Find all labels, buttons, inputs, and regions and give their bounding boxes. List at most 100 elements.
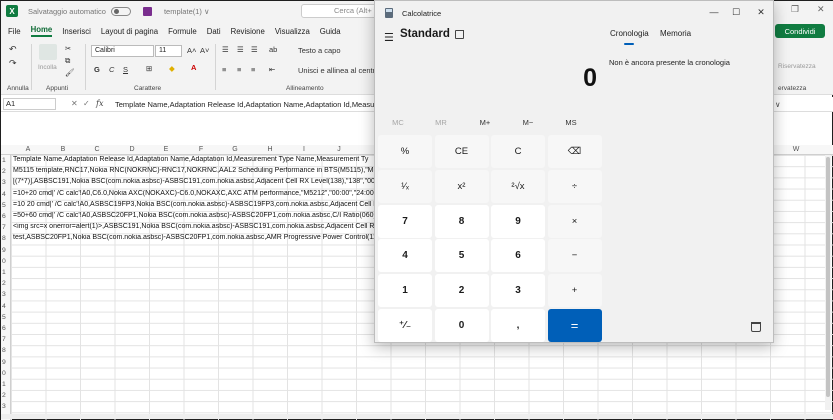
clear-entry-button[interactable]: CE xyxy=(434,135,489,168)
font-shrink-button[interactable]: A˅ xyxy=(200,46,209,55)
horizontal-scrollbar[interactable] xyxy=(1,414,833,419)
align-top-icon[interactable]: ☰ xyxy=(222,45,229,54)
table-row[interactable]: =10 20 cmd|' /C calc'!A0,ASBSC19FP3,Noki… xyxy=(13,201,375,208)
paste-icon[interactable] xyxy=(39,44,57,60)
minimize-icon[interactable]: — xyxy=(708,7,720,17)
row-header[interactable]: 6 xyxy=(2,213,6,220)
wrap-text-button[interactable]: Testo a capo xyxy=(298,46,376,55)
digit-5-button[interactable]: 5 xyxy=(434,239,489,273)
borders-icon[interactable]: ⊞ xyxy=(146,64,152,73)
tab-file[interactable]: File xyxy=(8,27,21,36)
divide-button[interactable]: ÷ xyxy=(547,169,602,203)
bold-button[interactable]: G xyxy=(94,65,100,74)
table-row[interactable]: M5115 template,RNC17,Nokia RNC(NOKRNC)-R… xyxy=(13,167,375,174)
row-header[interactable]: 6 xyxy=(2,325,6,332)
undo-icon[interactable]: ↶ xyxy=(9,44,17,55)
digit-4-button[interactable]: 4 xyxy=(378,239,432,273)
tab-dati[interactable]: Dati xyxy=(207,27,221,36)
equals-button[interactable]: = xyxy=(547,309,602,342)
memory-button-4[interactable]: MS xyxy=(551,118,591,127)
file-name[interactable]: template(1) ∨ xyxy=(164,7,210,16)
sensitivity-button[interactable]: Riservatezza xyxy=(778,63,816,70)
fx-icon[interactable]: fx xyxy=(96,99,103,108)
keep-on-top-icon[interactable] xyxy=(455,30,464,39)
tab-inserisci[interactable]: Inserisci xyxy=(62,27,91,36)
align-bottom-icon[interactable]: ☰ xyxy=(251,45,258,54)
column-header[interactable]: J xyxy=(324,146,354,153)
memory-button-1[interactable]: MR xyxy=(421,118,461,127)
column-header[interactable]: G xyxy=(220,146,250,153)
trash-icon[interactable] xyxy=(751,322,761,332)
italic-button[interactable]: C xyxy=(109,65,114,74)
square-button[interactable]: x² xyxy=(434,169,489,203)
row-header[interactable]: 1 xyxy=(2,157,6,164)
row-header[interactable]: 1 xyxy=(2,269,6,276)
row-header[interactable]: 1 xyxy=(2,381,6,388)
tab-layout-di-pagina[interactable]: Layout di pagina xyxy=(101,27,158,36)
row-header[interactable]: 4 xyxy=(2,303,6,310)
row-header[interactable]: 5 xyxy=(2,202,6,209)
tab-history[interactable]: Cronologia xyxy=(610,29,649,38)
digit-7-button[interactable]: 7 xyxy=(378,204,432,238)
indent-icon[interactable]: ⇤ xyxy=(269,65,275,74)
row-header[interactable]: 7 xyxy=(2,336,6,343)
format-painter-icon[interactable]: 🖌 xyxy=(65,68,75,77)
row-header[interactable]: 0 xyxy=(2,370,6,377)
align-left-icon[interactable]: ≡ xyxy=(222,65,226,74)
table-row[interactable]: test,ASBSC20FP1,Nokia BSC(com.nokia.asbs… xyxy=(13,234,375,241)
orientation-icon[interactable]: ab xyxy=(269,45,277,54)
row-header[interactable]: 8 xyxy=(2,347,6,354)
table-row[interactable]: =50+60 cmd|' /C calc'!A0,ASBSC20FP1,Noki… xyxy=(13,212,375,219)
table-row[interactable]: =10+20 cmd|' /C calc'!A0,C6.0,Nokia AXC(… xyxy=(13,190,375,197)
column-header[interactable]: A xyxy=(13,146,43,153)
row-header[interactable]: 9 xyxy=(2,359,6,366)
search-input[interactable]: Cerca (Alt+ xyxy=(301,4,381,18)
formula-expand-icon[interactable]: ∨ xyxy=(775,100,781,109)
digit-0-button[interactable]: 0 xyxy=(434,309,489,342)
column-header[interactable]: H xyxy=(255,146,285,153)
minus-button[interactable]: − xyxy=(547,239,602,273)
row-header[interactable]: 3 xyxy=(2,403,6,410)
font-name-select[interactable]: Calibri xyxy=(91,45,154,57)
cancel-icon[interactable]: ✕ xyxy=(71,99,78,108)
tab-visualizza[interactable]: Visualizza xyxy=(275,27,310,36)
redo-icon[interactable]: ↷ xyxy=(9,58,17,69)
column-header[interactable]: B xyxy=(48,146,78,153)
column-header[interactable]: W xyxy=(781,146,811,153)
scrollbar-thumb[interactable] xyxy=(826,157,830,397)
cut-icon[interactable]: ✂ xyxy=(65,44,71,53)
align-center-icon[interactable]: ≡ xyxy=(237,65,241,74)
multiply-button[interactable]: × xyxy=(547,204,602,238)
row-header[interactable]: 2 xyxy=(2,280,6,287)
font-color-icon[interactable]: A xyxy=(191,63,196,72)
negate-button[interactable]: ⁺⁄₋ xyxy=(378,309,432,342)
merge-center-button[interactable]: Unisci e allinea al centro xyxy=(298,66,376,75)
table-row[interactable]: [(7*7)],ASBSC191,Nokia BSC(com.nokia.asb… xyxy=(13,178,375,185)
column-header[interactable]: C xyxy=(82,146,112,153)
table-row[interactable]: Template Name,Adaptation Release Id,Adap… xyxy=(13,156,375,163)
column-header[interactable]: F xyxy=(186,146,216,153)
save-icon[interactable] xyxy=(142,6,152,16)
digit-9-button[interactable]: 9 xyxy=(491,204,545,238)
row-header[interactable]: 9 xyxy=(2,247,6,254)
close-icon[interactable]: ✕ xyxy=(755,7,767,18)
underline-button[interactable]: S xyxy=(123,65,128,74)
row-header[interactable]: 2 xyxy=(2,392,6,399)
paste-label[interactable]: Incolla xyxy=(38,64,57,71)
tab-formule[interactable]: Formule xyxy=(168,27,197,36)
square-root-button[interactable]: ²√x xyxy=(491,169,545,203)
digit-1-button[interactable]: 1 xyxy=(378,274,432,308)
share-button[interactable]: Condividi xyxy=(775,24,825,38)
memory-button-2[interactable]: M+ xyxy=(465,118,505,127)
row-header[interactable]: 2 xyxy=(2,168,6,175)
row-header[interactable]: 3 xyxy=(2,291,6,298)
copy-icon[interactable]: ⧉ xyxy=(65,56,70,66)
formula-input[interactable]: Template Name,Adaptation Release Id,Adap… xyxy=(115,100,375,109)
align-right-icon[interactable]: ≡ xyxy=(251,65,255,74)
digit-2-button[interactable]: 2 xyxy=(434,274,489,308)
tab-memory[interactable]: Memoria xyxy=(660,29,691,38)
digit-6-button[interactable]: 6 xyxy=(491,239,545,273)
hamburger-menu-icon[interactable]: ☰ xyxy=(384,31,394,44)
tab-revisione[interactable]: Revisione xyxy=(231,27,265,36)
digit-3-button[interactable]: 3 xyxy=(491,274,545,308)
